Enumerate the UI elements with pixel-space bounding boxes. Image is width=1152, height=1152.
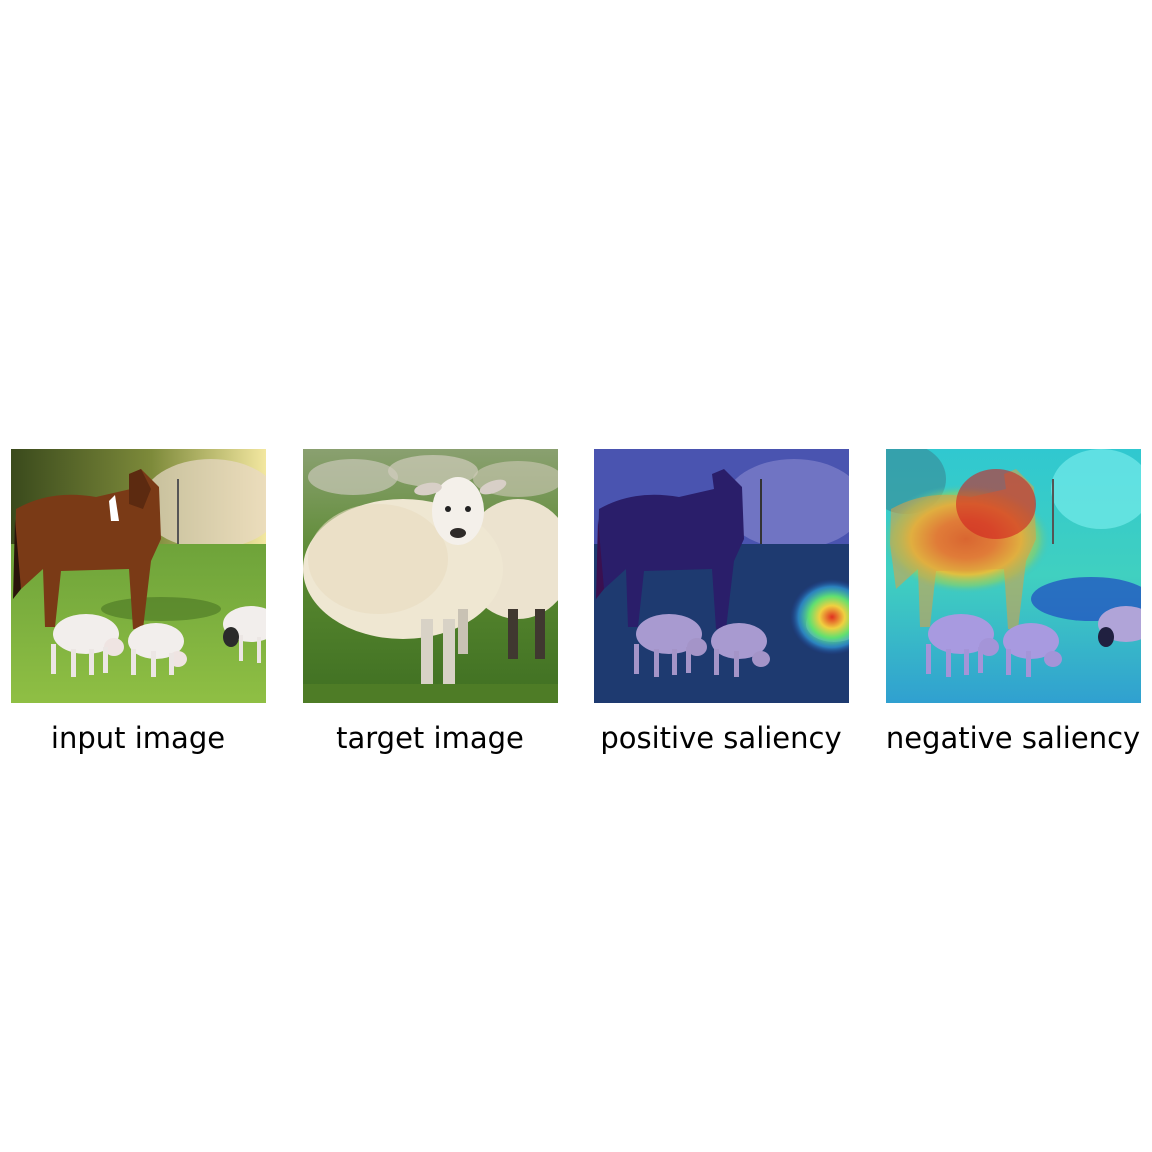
- target-image-caption: target image: [336, 721, 524, 755]
- negative-saliency-caption: negative saliency: [885, 721, 1141, 755]
- negative-saliency-overlay: [886, 449, 1141, 703]
- input-image-photo: [11, 449, 266, 703]
- positive-saliency-caption: positive saliency: [600, 721, 842, 755]
- target-image: [303, 449, 558, 703]
- target-image-photo: [303, 449, 558, 703]
- positive-saliency-map: [594, 449, 849, 703]
- positive-saliency-overlay: [594, 449, 849, 703]
- negative-saliency-map: [886, 449, 1141, 703]
- input-image: [11, 449, 266, 703]
- input-image-caption: input image: [50, 721, 226, 755]
